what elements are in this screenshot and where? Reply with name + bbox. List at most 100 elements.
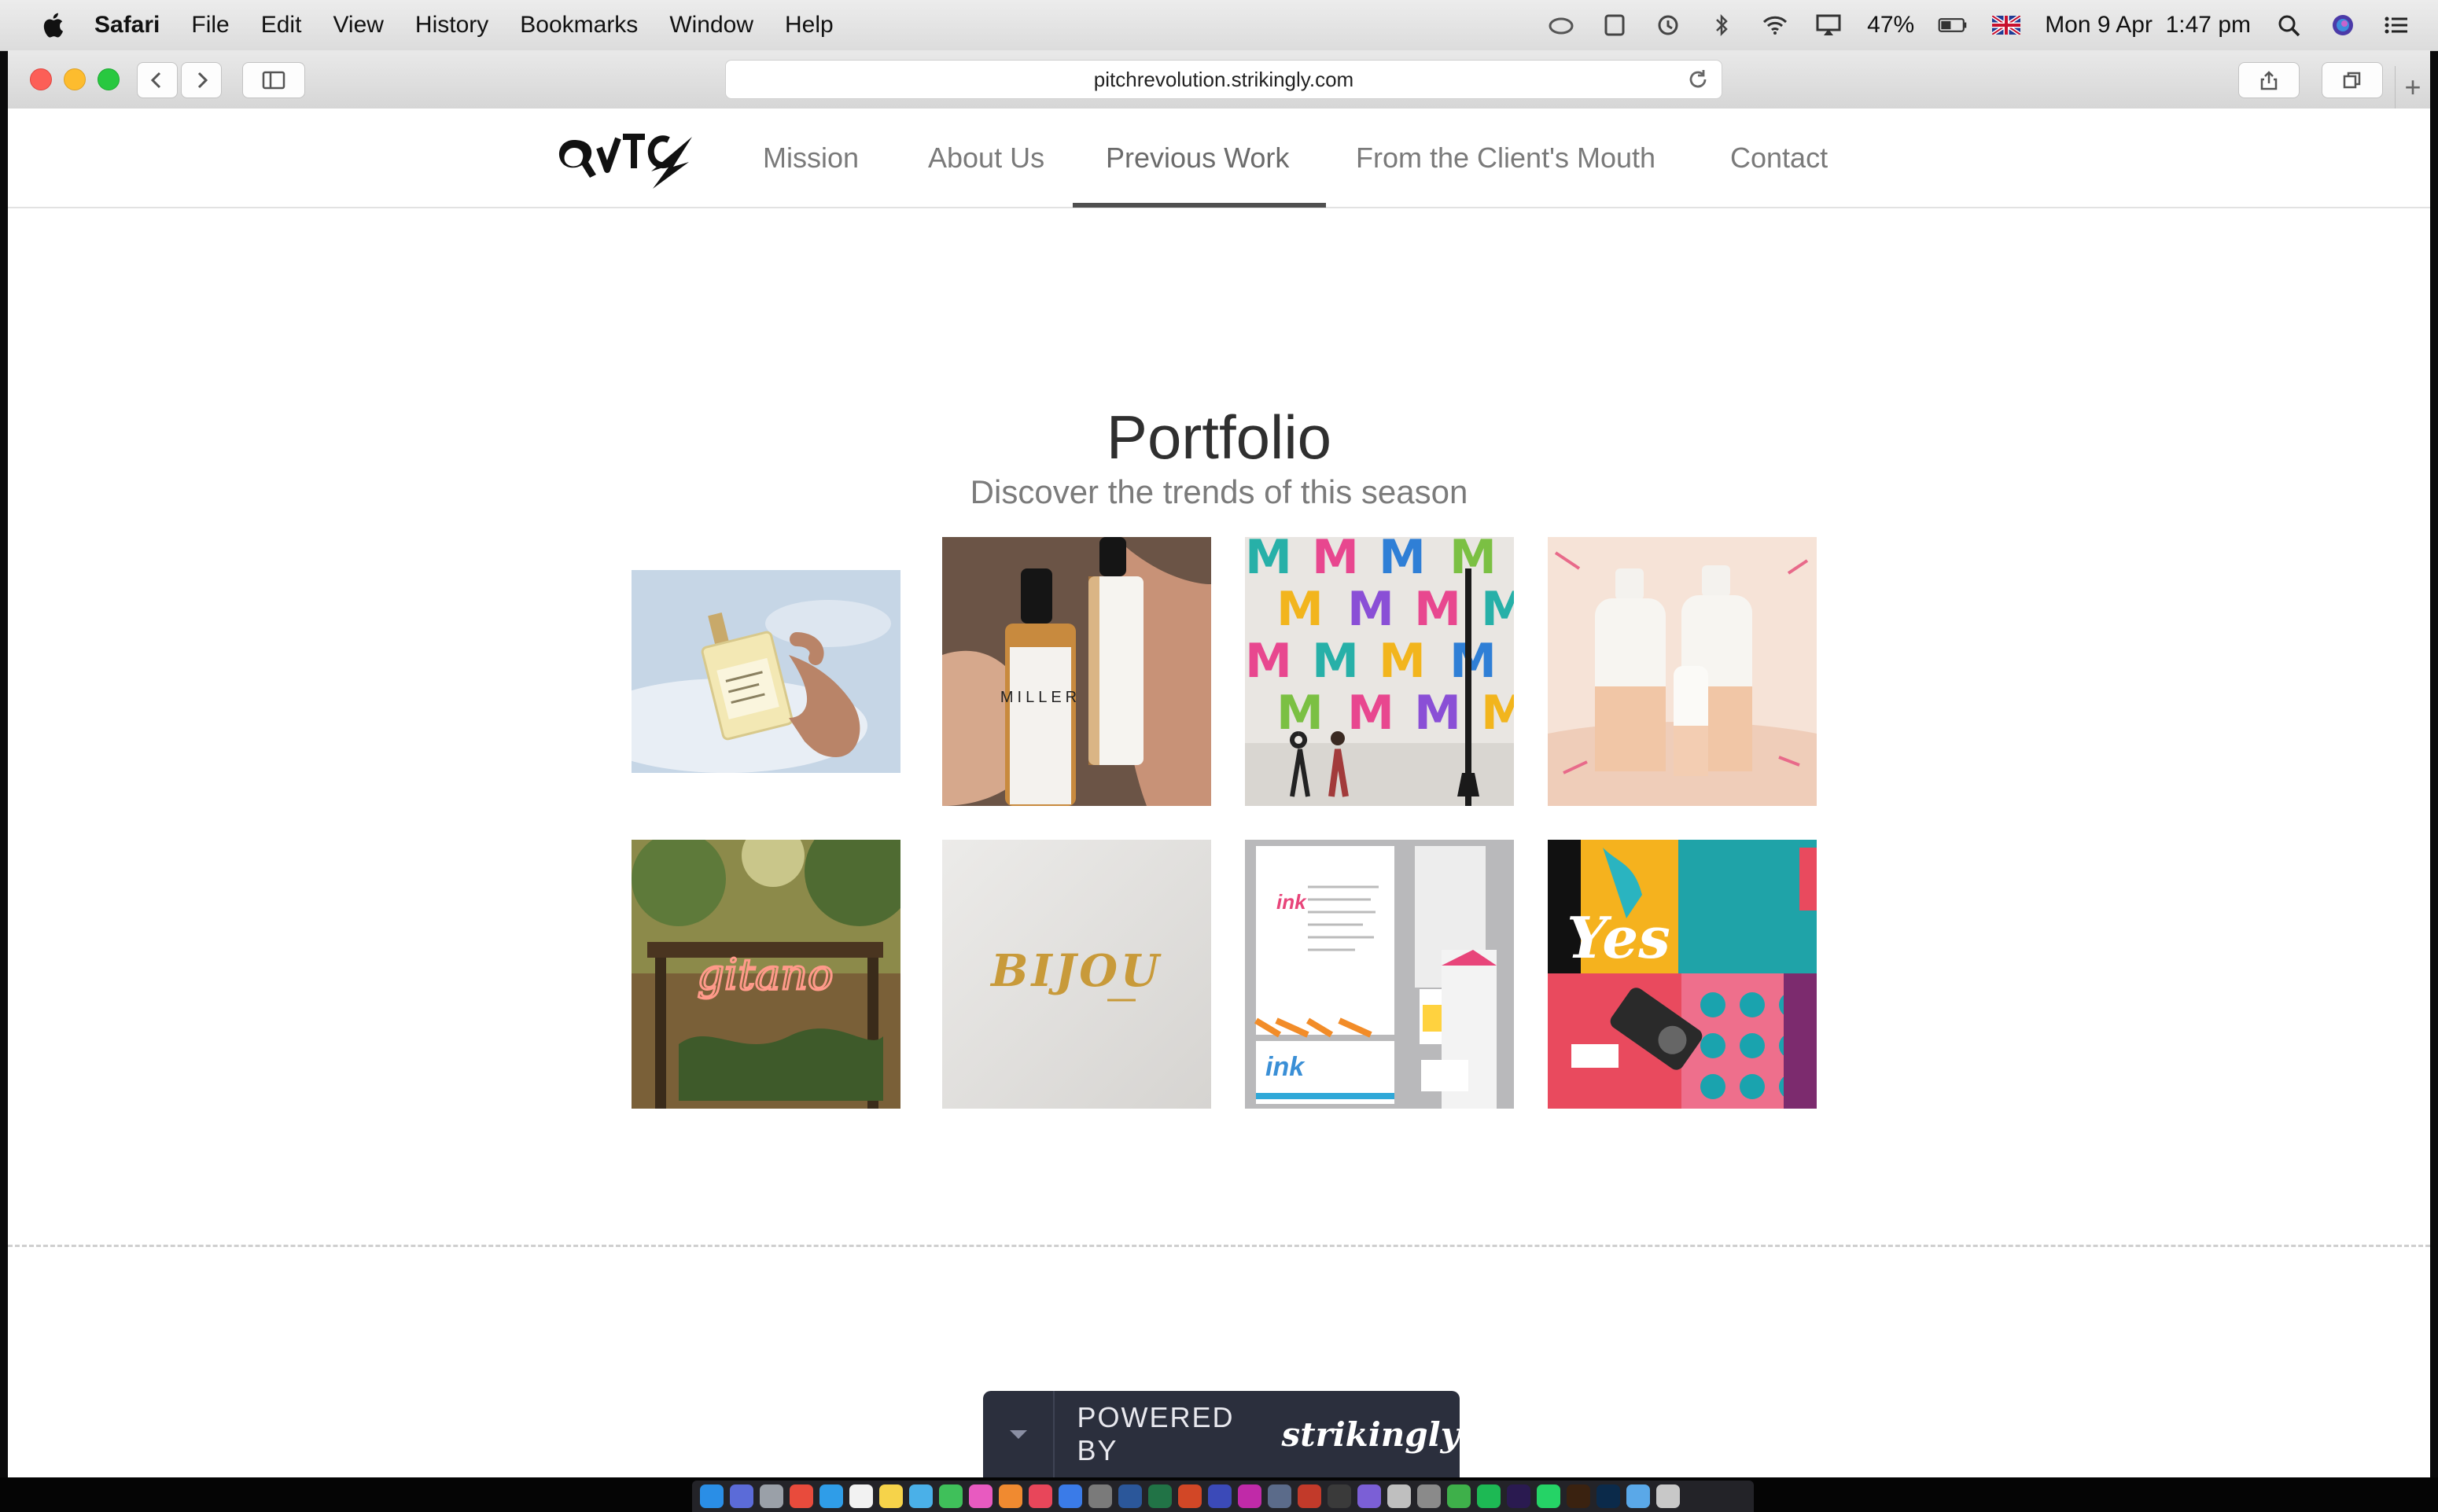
svg-text:M: M (1245, 537, 1292, 585)
menu-view[interactable]: View (333, 12, 383, 39)
books-icon[interactable] (999, 1484, 1022, 1508)
notes-icon[interactable] (879, 1484, 903, 1508)
whatsapp-icon[interactable] (1537, 1484, 1560, 1508)
pitch-revolution-logo[interactable] (551, 116, 695, 195)
plus-icon: + (2404, 71, 2421, 103)
new-tab-button[interactable]: + (2395, 66, 2430, 109)
clock[interactable]: Mon 9 Apr 1:47 pm (2045, 12, 2251, 39)
chevron-right-icon (197, 72, 208, 89)
svg-text:ink: ink (1265, 1052, 1306, 1082)
printer-icon[interactable] (1417, 1484, 1441, 1508)
gitano-neon-sign-photo: gitano (632, 840, 900, 1109)
chrome-icon[interactable] (790, 1484, 813, 1508)
show-tabs-button[interactable] (2322, 62, 2383, 98)
app-store-icon[interactable] (1059, 1484, 1082, 1508)
illustrator-icon[interactable] (1567, 1484, 1590, 1508)
portfolio-tile-bijou[interactable]: BIJOU (942, 840, 1211, 1109)
nav-about-us[interactable]: About Us (928, 109, 1044, 207)
keyboard-icon[interactable] (1387, 1484, 1411, 1508)
word-icon[interactable] (1118, 1484, 1142, 1508)
xcode-icon[interactable] (1208, 1484, 1232, 1508)
tile-label: gitano (697, 950, 833, 999)
address-bar[interactable]: pitchrevolution.strikingly.com (725, 60, 1722, 99)
url-text: pitchrevolution.strikingly.com (1093, 67, 1354, 91)
music-icon[interactable] (1029, 1484, 1052, 1508)
portfolio-tile-m-wall[interactable]: MMMM MMMM MMMM MMMM (1245, 537, 1514, 806)
creative-cloud-icon[interactable] (1546, 12, 1576, 39)
menu-edit[interactable]: Edit (261, 12, 302, 39)
menu-history[interactable]: History (415, 12, 488, 39)
svg-text:M: M (1481, 582, 1514, 637)
finder-icon[interactable] (700, 1484, 724, 1508)
safari-dock-icon[interactable] (819, 1484, 843, 1508)
premiere-icon[interactable] (1507, 1484, 1530, 1508)
downloads-folder-icon[interactable] (1626, 1484, 1650, 1508)
menu-help[interactable]: Help (785, 12, 834, 39)
portfolio-tile-serum[interactable] (632, 537, 900, 806)
uk-flag-icon[interactable] (1991, 12, 2021, 39)
back-button[interactable] (137, 62, 178, 98)
portfolio-tile-yes[interactable]: Yes (1548, 840, 1817, 1109)
menu-bookmarks[interactable]: Bookmarks (520, 12, 638, 39)
menu-window[interactable]: Window (669, 12, 753, 39)
nav-previous-work[interactable]: Previous Work (1106, 109, 1289, 207)
minimize-window-button[interactable] (64, 68, 86, 90)
reload-icon[interactable] (1685, 67, 1711, 92)
serum-bottle-in-hand-photo (632, 537, 900, 806)
powerpoint-icon[interactable] (1178, 1484, 1202, 1508)
sidebar-toggle-button[interactable] (242, 62, 305, 98)
tabs-overview-icon (2343, 72, 2361, 89)
svg-text:M: M (1347, 686, 1394, 741)
camera-app-icon[interactable] (1447, 1484, 1471, 1508)
share-button[interactable] (2238, 62, 2300, 98)
menu-file[interactable]: File (191, 12, 229, 39)
app-status-icon[interactable] (1600, 12, 1630, 39)
maps-icon[interactable] (909, 1484, 933, 1508)
close-window-button[interactable] (30, 68, 52, 90)
spotlight-search-icon[interactable] (2274, 12, 2304, 39)
share-icon (2260, 71, 2278, 90)
excel-icon[interactable] (1148, 1484, 1172, 1508)
apple-icon[interactable] (41, 12, 64, 39)
menu-bar: Safari File Edit View History Bookmarks … (0, 0, 2438, 51)
spotify-icon[interactable] (1477, 1484, 1501, 1508)
portfolio-tile-shampoo[interactable] (1548, 537, 1817, 806)
notification-center-icon[interactable] (2381, 12, 2411, 39)
strikingly-logo-text: strikingly (1281, 1415, 1460, 1454)
collapse-bar-button[interactable] (983, 1391, 1055, 1477)
filezilla-icon[interactable] (1298, 1484, 1321, 1508)
messages-icon[interactable] (939, 1484, 963, 1508)
wifi-icon[interactable] (1760, 12, 1790, 39)
preview-icon[interactable] (1268, 1484, 1291, 1508)
portfolio-tile-miller[interactable]: MILLER (942, 537, 1211, 806)
tile-label: Yes (1567, 904, 1670, 971)
portfolio-tile-gitano[interactable]: gitano (632, 840, 900, 1109)
menu-app-safari[interactable]: Safari (94, 12, 160, 39)
fullscreen-window-button[interactable] (98, 68, 120, 90)
launchpad-icon[interactable] (760, 1484, 783, 1508)
viber-icon[interactable] (1357, 1484, 1381, 1508)
utility-icon[interactable] (1328, 1484, 1351, 1508)
time-machine-icon[interactable] (1653, 12, 1683, 39)
nav-clients-mouth[interactable]: From the Client's Mouth (1356, 109, 1655, 207)
ink-stationery-photo: ink ink (1245, 840, 1514, 1109)
battery-icon[interactable] (1938, 12, 1968, 39)
nav-mission[interactable]: Mission (763, 109, 859, 207)
creative-cloud-dock-icon[interactable] (1238, 1484, 1261, 1508)
airplay-icon[interactable] (1814, 12, 1843, 39)
portfolio-tile-ink[interactable]: ink ink (1245, 840, 1514, 1109)
siri-icon[interactable] (2328, 12, 2358, 39)
calendar-icon[interactable] (849, 1484, 873, 1508)
siri-dock-icon[interactable] (730, 1484, 753, 1508)
forward-button[interactable] (181, 62, 222, 98)
trash-icon[interactable] (1656, 1484, 1680, 1508)
chevron-left-icon (150, 72, 161, 89)
powered-by-strikingly-bar[interactable]: POWERED BY strikingly (983, 1391, 1460, 1477)
dock-bar (692, 1481, 1754, 1512)
svg-text:M: M (1276, 582, 1324, 637)
bluetooth-icon[interactable] (1707, 12, 1736, 39)
photoshop-icon[interactable] (1596, 1484, 1620, 1508)
photos-icon[interactable] (969, 1484, 993, 1508)
system-preferences-icon[interactable] (1088, 1484, 1112, 1508)
nav-contact[interactable]: Contact (1730, 109, 1828, 207)
